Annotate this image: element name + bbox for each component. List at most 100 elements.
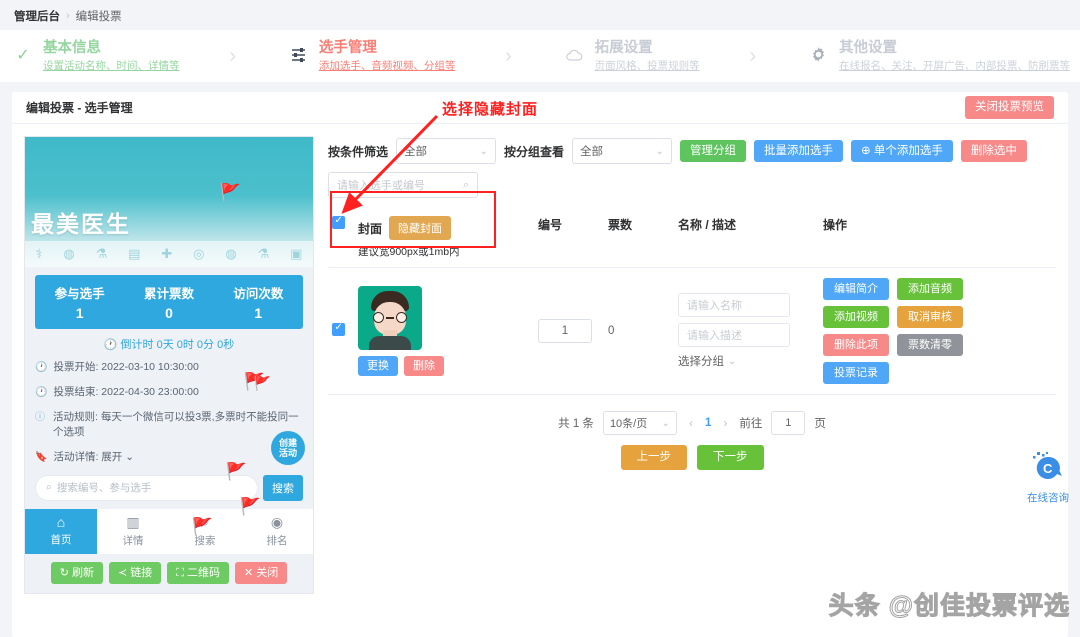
step-arrow-1: › [229,44,236,67]
watermark: 头条 @创佳投票评选 [828,592,1070,621]
kit-icon: ▣ [290,246,303,261]
single-add-player-button[interactable]: ⊕ 单个添加选手 [851,139,953,163]
search-input-placeholder: 请输入选手或编号 [337,180,425,192]
page-size-select[interactable]: 10条/页 ⌄ [602,411,677,436]
page-number-1[interactable]: 1 [705,417,711,429]
reset-votes-button[interactable]: 票数清零 [897,334,963,357]
step-player-management[interactable]: 选手管理 添加选手、音频视频、分组等 [286,39,455,72]
table-row: 更换 删除 1 0 请输入名称 请输入描述 选择分组 [328,267,1056,396]
step-extension-settings[interactable]: 拓展设置 页面风格、投票规则等 [562,39,700,72]
chevron-down-icon: ⌄ [728,355,737,367]
group-select[interactable]: 全部 ⌄ [572,138,673,164]
delete-item-button[interactable]: 删除此项 [823,334,889,357]
chevron-down-icon: ⌄ [655,145,665,157]
stethoscope-icon: ⚕ [35,246,43,261]
preview-tab-detail[interactable]: ▥ 详情 [97,509,169,554]
replace-cover-button[interactable]: 更换 [358,356,398,377]
number-input[interactable]: 1 [538,319,592,344]
vote-record-button[interactable]: 投票记录 [823,362,889,385]
pagination: 共 1 条 10条/页 ⌄ ‹ 1 › 前往 1 页 [328,411,1056,436]
prev-page-button[interactable]: ‹ [686,416,696,430]
group-label: 按分组查看 [504,144,565,159]
filter-toolbar: 按条件筛选 全部 ⌄ 按分组查看 全部 ⌄ 管理分组 批量添加选手 ⊕ 单个添加… [328,138,1056,164]
add-video-button[interactable]: 添加视频 [823,306,889,329]
gear-icon [806,46,832,66]
preview-search-input[interactable]: ⌕ 搜索编号、参与选手 [35,474,258,501]
edit-intro-button[interactable]: 编辑简介 [823,278,889,301]
syringe-icon: ✚ [161,246,173,261]
preview-search-button[interactable]: 搜索 [263,474,303,501]
step-arrow-2: › [505,44,512,67]
add-audio-button[interactable]: 添加音频 [897,278,963,301]
chevron-down-icon: ⌄ [661,417,670,429]
preview-tab-label: 详情 [122,534,144,547]
manage-group-button[interactable]: 管理分组 [680,139,747,163]
goto-page-input[interactable]: 1 [771,411,806,436]
delete-selected-button[interactable]: 删除选中 [960,139,1027,163]
step-title: 其他设置 [838,40,897,57]
info-row: 🕐 投票开始: 2022-03-10 10:30:00 [35,360,303,376]
medal-icon: ◉ [270,513,284,530]
step-subtitle: 页面风格、投票规则等 [594,59,700,72]
step-other-settings[interactable]: 其他设置 在线报名、关注、开屏广告、内部投票、防刷票等 [806,39,1070,72]
info-text[interactable]: 活动详情: 展开 ⌄ [53,450,134,466]
preview-tab-ranking[interactable]: ◉ 排名 [241,509,313,554]
step-basic-info[interactable]: ✓ 基本信息 设置活动名称、时间、详情等 [10,39,179,72]
close-button[interactable]: ✕ 关闭 [235,561,288,584]
stat-players: 参与选手 1 [54,287,105,321]
next-step-button[interactable]: 下一步 [697,445,764,471]
online-consult-widget[interactable]: C 在线咨询 [1024,452,1072,505]
row-checkbox[interactable] [332,322,345,337]
name-input[interactable]: 请输入名称 [678,293,790,318]
hide-cover-button[interactable]: 隐藏封面 [389,216,452,240]
breadcrumb-root[interactable]: 管理后台 [14,8,60,24]
qrcode-button[interactable]: ⛶ 二维码 [167,561,230,584]
name-desc-header: 名称 / 描述 [674,208,819,268]
batch-add-player-button[interactable]: 批量添加选手 [754,139,844,163]
prev-step-button[interactable]: 上一步 [620,445,687,471]
next-page-button[interactable]: › [720,416,730,430]
preview-stats: 参与选手 1 累计票数 0 访问次数 1 [35,275,303,329]
page-unit: 页 [814,418,826,431]
close-preview-button[interactable]: 关闭投票预览 [965,96,1054,119]
preview-tab-home[interactable]: ⌂ 首页 [25,508,97,554]
preview-search-bar: ⌕ 搜索编号、参与选手 搜索 [25,474,313,501]
create-activity-badge[interactable]: 创建 活动 [271,430,305,465]
search-input[interactable]: 请输入选手或编号 ⌕ [328,172,478,198]
cloud-icon [562,48,588,65]
online-consult-label: 在线咨询 [1027,492,1069,504]
filter-select[interactable]: 全部 ⌄ [396,138,497,164]
preview-tab-search[interactable]: ⌕ 搜索 [169,509,241,554]
check-icon: ✓ [16,47,30,64]
delete-cover-button[interactable]: 删除 [404,356,444,377]
cancel-review-button[interactable]: 取消审核 [897,306,963,329]
desc-input[interactable]: 请输入描述 [678,323,790,348]
step-nav-buttons: 上一步 下一步 [328,445,1056,471]
group-select-value: 全部 [580,146,604,158]
step-title: 拓展设置 [594,40,653,57]
preview-banner: 最美医生 ⚕ ◍ ⚗ ▤ ✚ ◎ ◍ ⚗ ▣ 🚩 [25,137,313,267]
close-icon: ✕ [244,566,254,579]
select-all-checkbox[interactable] [332,215,345,229]
step-subtitle: 在线报名、关注、开屏广告、内部投票、防刷票等 [838,59,1070,72]
chevron-down-icon: ⌄ [479,145,489,157]
sliders-icon [286,46,312,66]
refresh-button[interactable]: ↻ 刷新 [50,561,103,584]
stat-visits: 访问次数 1 [233,287,284,321]
breadcrumb: 管理后台 › 编辑投票 [0,0,1080,24]
breadcrumb-current: 编辑投票 [75,11,122,23]
row-votes-cell: 0 [604,267,674,396]
info-text: 投票结束: 2022-04-30 23:00:00 [53,385,199,398]
info-row[interactable]: 🔖 活动详情: 展开 ⌄ [35,450,303,466]
info-row: ⓘ 活动规则: 每天一个微信可以投3票,多票时不能投同一个选项 [35,410,303,442]
goto-label: 前往 [739,418,763,431]
preview-tab-label: 排名 [266,534,288,547]
group-select-row-label: 选择分组 [678,356,724,369]
main-card: 编辑投票 - 选手管理 关闭投票预览 最美医生 ⚕ ◍ ⚗ ▤ ✚ ◎ ◍ ⚗ … [12,92,1068,637]
search-icon: ⌕ [201,513,209,530]
group-select-row[interactable]: 选择分组 ⌄ [678,353,815,369]
clock-end-icon: 🕐 [35,386,48,398]
link-button[interactable]: ≺ 链接 [108,561,162,584]
chart-icon: ▥ [126,513,140,530]
info-icon: ⓘ [35,411,45,423]
